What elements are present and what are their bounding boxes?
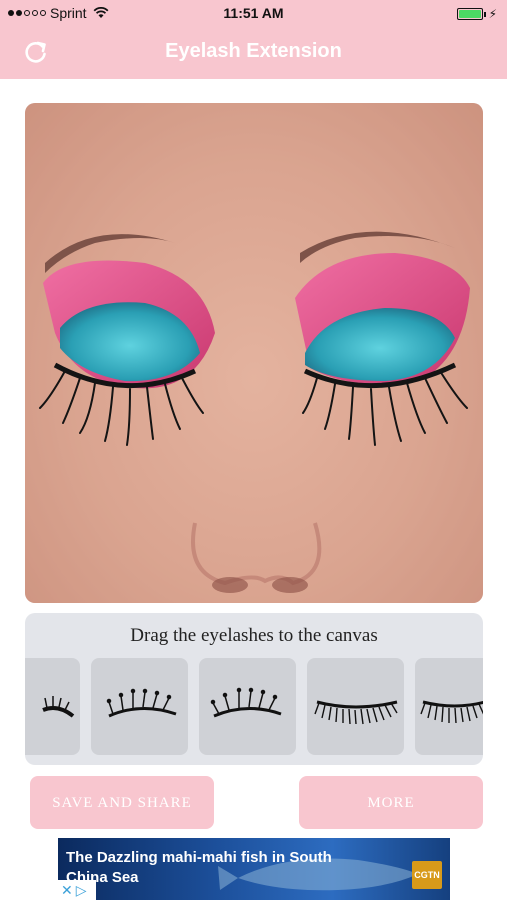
adchoices-icon[interactable]: ✕ ▷ [58,880,96,900]
page-title: Eyelash Extension [165,40,342,62]
ad-headline: The Dazzling mahi-mahi fish in South Chi… [66,849,332,886]
ad-banner[interactable]: The Dazzling mahi-mahi fish in South Chi… [58,838,450,900]
lash-style-tile-1[interactable] [25,658,80,755]
lash-style-tile-2[interactable] [91,658,188,755]
save-and-share-button[interactable]: SAVE AND SHARE [30,776,214,829]
status-bar: Sprint 11:51 AM ⚡ [0,0,507,26]
eyelash-icon [106,688,177,718]
status-time: 11:51 AM [223,5,284,21]
lash-style-tile-3[interactable] [199,658,296,755]
ad-brand-badge: CGTN [412,861,442,889]
eyelash-icon [420,700,483,724]
eyelash-icon [210,687,282,718]
lash-style-tile-4[interactable] [307,658,404,755]
lash-style-tile-5[interactable] [415,658,483,755]
eyelash-picker: Drag the eyelashes to the canvas [25,613,483,765]
face-photo [25,103,483,603]
battery-icon: ⚡ [456,7,497,21]
more-button[interactable]: MORE [299,776,483,829]
eyelash-icon [42,696,75,718]
eyelash-icon [314,700,398,725]
charging-bolt-icon: ⚡ [488,7,497,21]
header-bar: Sprint 11:51 AM ⚡ Eyelash Extension [0,0,507,79]
picker-title: Drag the eyelashes to the canvas [130,625,378,646]
photo-canvas[interactable] [25,103,483,603]
